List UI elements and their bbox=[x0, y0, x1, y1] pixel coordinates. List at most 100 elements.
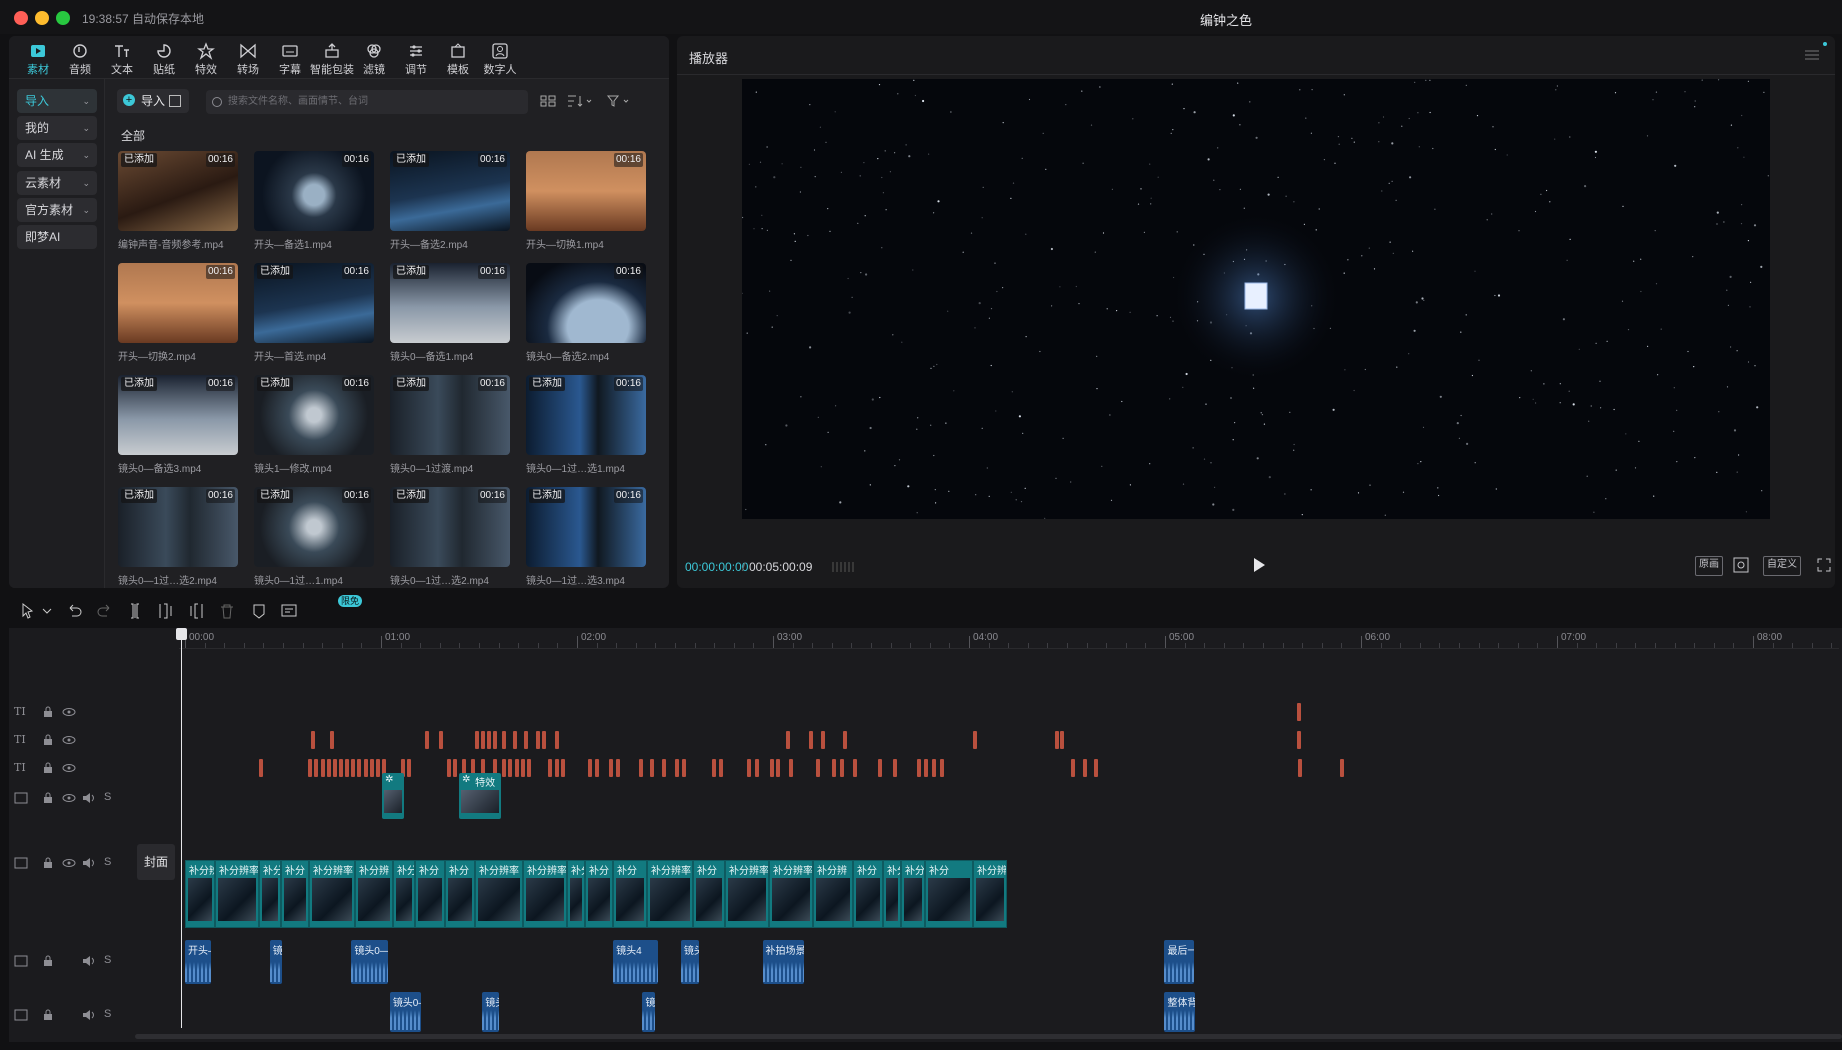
text-clip[interactable] bbox=[893, 759, 898, 777]
text-clip[interactable] bbox=[662, 759, 667, 777]
text-clip[interactable] bbox=[308, 759, 313, 777]
view-toggle-icon[interactable] bbox=[539, 92, 557, 110]
text-clip[interactable] bbox=[493, 731, 497, 749]
text-clip[interactable] bbox=[314, 759, 319, 777]
marker-icon[interactable] bbox=[250, 602, 268, 620]
text-clip[interactable] bbox=[754, 759, 759, 777]
media-thumbnail[interactable]: 已添加 00:16 bbox=[390, 263, 510, 343]
text-clip[interactable] bbox=[719, 759, 724, 777]
audio-clip[interactable]: 镜头 bbox=[642, 992, 655, 1032]
sidebar-item-2[interactable]: AI 生成 ⌄ bbox=[17, 143, 97, 168]
text-clip[interactable] bbox=[770, 759, 775, 777]
text-clip[interactable] bbox=[480, 731, 485, 749]
media-thumbnail[interactable]: 已添加 00:16 bbox=[390, 375, 510, 455]
tool-avatar[interactable]: 数字人 bbox=[477, 40, 523, 76]
redo-icon[interactable] bbox=[95, 602, 113, 620]
text-clip[interactable] bbox=[542, 731, 547, 749]
video-clip[interactable]: 补分 bbox=[259, 860, 281, 928]
text-clip[interactable] bbox=[548, 759, 553, 777]
text-clip[interactable] bbox=[369, 759, 374, 777]
media-thumbnail[interactable]: 已添加 00:16 bbox=[118, 151, 238, 231]
text-clip[interactable] bbox=[821, 731, 826, 749]
tool-transition[interactable]: 转场 bbox=[225, 40, 271, 76]
text-clip[interactable] bbox=[674, 759, 679, 777]
video-clip[interactable]: 补分 bbox=[393, 860, 415, 928]
eye-icon[interactable] bbox=[62, 762, 76, 777]
video-clip[interactable]: 补分 bbox=[567, 860, 585, 928]
audio-clip[interactable]: 补拍场景1 bbox=[762, 940, 805, 984]
text-clip[interactable] bbox=[446, 759, 451, 777]
text-clip[interactable] bbox=[650, 759, 655, 777]
grid-view-icon[interactable] bbox=[169, 95, 181, 107]
media-item[interactable]: 00:16 开头—备选1.mp4 bbox=[254, 151, 374, 251]
speaker-icon[interactable] bbox=[82, 955, 96, 970]
media-item[interactable]: 已添加 00:16 镜头0—1过…选3.mp4 bbox=[526, 487, 646, 587]
text-clip[interactable] bbox=[1055, 731, 1060, 749]
text-clip[interactable] bbox=[842, 731, 847, 749]
media-item[interactable]: 已添加 00:16 镜头0—1过…1.mp4 bbox=[254, 487, 374, 587]
text-clip[interactable] bbox=[560, 759, 565, 777]
text-clip[interactable] bbox=[588, 759, 593, 777]
fit-screen-icon[interactable] bbox=[1733, 557, 1749, 573]
media-item[interactable]: 已添加 00:16 编钟声音-音频参考.mp4 bbox=[118, 151, 238, 251]
aspect-custom-button[interactable]: 自定义 bbox=[1763, 556, 1801, 576]
video-clip[interactable]: 补分 bbox=[281, 860, 309, 928]
audio-clip[interactable]: 最后一 bbox=[1164, 940, 1194, 984]
video-clip[interactable]: 补分 bbox=[585, 860, 613, 928]
text-clip[interactable] bbox=[1296, 703, 1301, 721]
video-clip[interactable]: 补分辨率 bbox=[523, 860, 567, 928]
speaker-icon[interactable] bbox=[82, 1009, 96, 1024]
text-clip[interactable] bbox=[554, 759, 559, 777]
media-search-input[interactable]: 搜索文件名称、画面情节、台词 bbox=[206, 90, 528, 114]
video-clip[interactable]: 补分 bbox=[415, 860, 445, 928]
select-dropdown-icon[interactable] bbox=[39, 602, 57, 620]
tool-caption[interactable]: 字幕 bbox=[267, 40, 313, 76]
video-clip[interactable]: 补分 bbox=[445, 860, 475, 928]
text-clip[interactable] bbox=[406, 759, 411, 777]
tool-template[interactable]: 模板 bbox=[435, 40, 481, 76]
speaker-icon[interactable] bbox=[82, 857, 96, 872]
text-clip[interactable] bbox=[1070, 759, 1075, 777]
text-clip[interactable] bbox=[520, 759, 525, 777]
original-quality-button[interactable]: 原画 bbox=[1695, 556, 1723, 576]
media-thumbnail[interactable]: 已添加 00:16 bbox=[390, 487, 510, 567]
media-thumbnail[interactable]: 已添加 00:16 bbox=[526, 375, 646, 455]
text-clip[interactable] bbox=[682, 759, 687, 777]
text-clip[interactable] bbox=[853, 759, 858, 777]
text-clip[interactable] bbox=[523, 731, 528, 749]
media-item[interactable]: 00:16 开头—切换1.mp4 bbox=[526, 151, 646, 251]
text-clip[interactable] bbox=[513, 731, 518, 749]
text-clip[interactable] bbox=[1296, 731, 1301, 749]
solo-button[interactable]: S bbox=[104, 856, 111, 868]
text-clip[interactable] bbox=[326, 759, 331, 777]
text-clip[interactable] bbox=[526, 759, 531, 777]
solo-button[interactable]: S bbox=[104, 954, 111, 966]
text-clip[interactable] bbox=[1340, 759, 1344, 777]
fullscreen-icon[interactable] bbox=[1817, 558, 1831, 572]
text-clip[interactable] bbox=[375, 759, 380, 777]
text-clip[interactable] bbox=[776, 759, 781, 777]
tool-filter[interactable]: 滤镜 bbox=[351, 40, 397, 76]
video-clip[interactable]: 补分辨 bbox=[355, 860, 393, 928]
video-clip[interactable]: 补分辨 bbox=[813, 860, 853, 928]
video-clip[interactable]: 补分辨率 bbox=[769, 860, 813, 928]
lock-icon[interactable] bbox=[42, 706, 54, 721]
effect-clip[interactable]: ✲ 特效 bbox=[459, 773, 501, 819]
time-ruler[interactable]: 00:00 01:00 02:00 03:00 04:00 05:00 06:00 07:00… bbox=[179, 628, 1839, 649]
text-clip[interactable] bbox=[831, 759, 836, 777]
timeline-scrollbar[interactable] bbox=[135, 1034, 1842, 1039]
play-button[interactable] bbox=[1251, 557, 1267, 573]
media-item[interactable]: 已添加 00:16 开头—备选2.mp4 bbox=[390, 151, 510, 251]
sidebar-item-1[interactable]: 我的 ⌄ bbox=[17, 116, 97, 141]
text-clip[interactable] bbox=[486, 731, 491, 749]
audio-clip[interactable]: 开头— bbox=[185, 940, 212, 984]
media-thumbnail[interactable]: 已添加 00:16 bbox=[118, 487, 238, 567]
media-thumbnail[interactable]: 00:16 bbox=[254, 151, 374, 231]
speaker-icon[interactable] bbox=[82, 792, 96, 807]
text-clip[interactable] bbox=[536, 731, 541, 749]
text-clip[interactable] bbox=[1298, 759, 1303, 777]
media-item[interactable]: 00:16 镜头0—备选2.mp4 bbox=[526, 263, 646, 363]
tool-smart-pack[interactable]: 智能包装 bbox=[309, 40, 355, 76]
text-clip[interactable] bbox=[258, 759, 263, 777]
text-clip[interactable] bbox=[931, 759, 936, 777]
